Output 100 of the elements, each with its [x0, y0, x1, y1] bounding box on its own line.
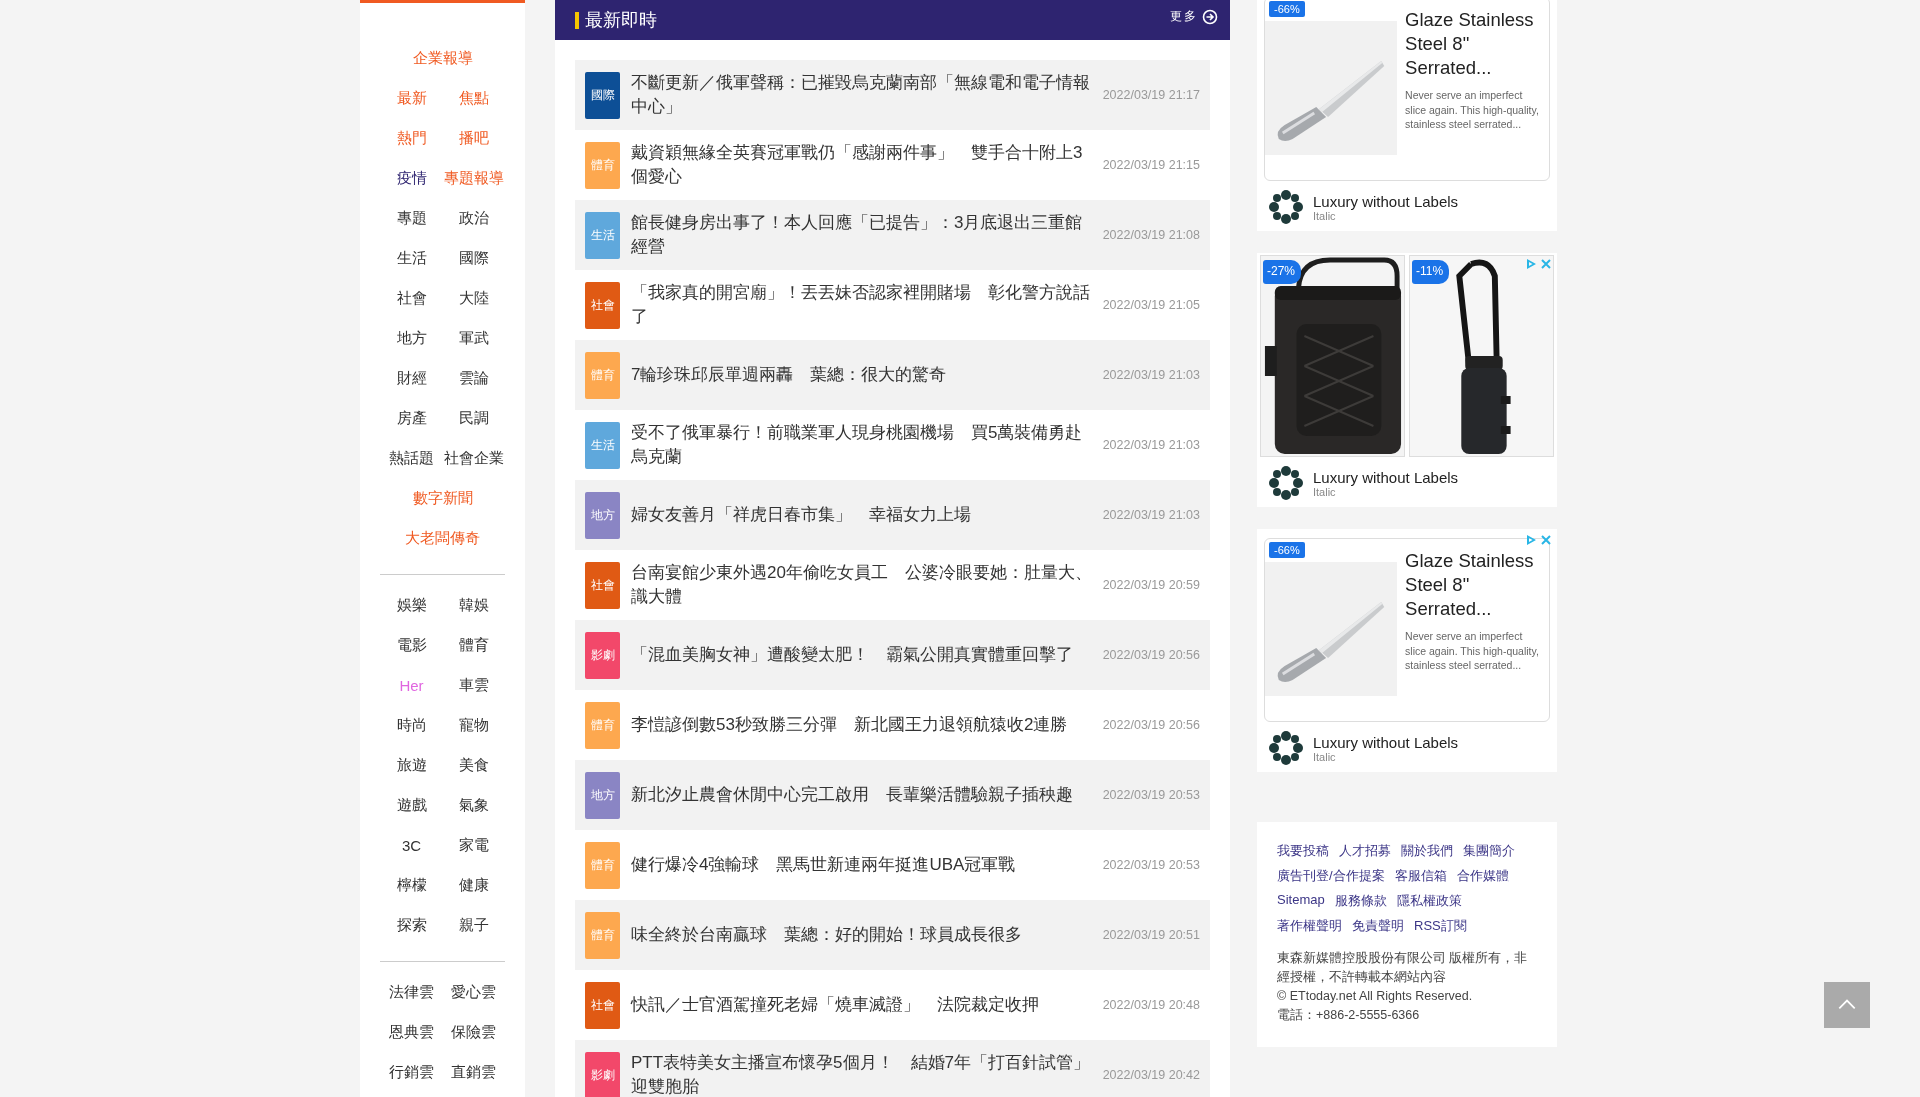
category-link[interactable]: 熱話題	[380, 448, 443, 468]
category-link[interactable]: 電影	[380, 635, 443, 655]
news-row[interactable]: 社會 快訊／士官酒駕撞死老婦「燒車滅證」 法院裁定收押 2022/03/19 20:48	[575, 970, 1210, 1040]
product-title[interactable]: Glaze Stainless Steel 8" Serrated...	[1405, 8, 1543, 80]
category-link[interactable]: 播吧	[442, 128, 505, 148]
category-link[interactable]: 企業報導	[412, 48, 473, 68]
news-row[interactable]: 體育 李愷諺倒數53秒致勝三分彈 新北國王力退領航猿收2連勝 2022/03/19 20:56	[575, 690, 1210, 760]
category-link[interactable]: 社會企業	[442, 448, 505, 468]
headline-link[interactable]: 台南宴館少東外遇20年偷吃女員工 公婆冷眼要她：肚量大、識大體	[631, 561, 1097, 609]
headline-link[interactable]: 新北汐止農會休閒中心完工啟用 長輩樂活體驗親子插秧趣	[631, 783, 1097, 807]
footer-link[interactable]: 集團簡介	[1463, 842, 1515, 860]
category-link[interactable]: 親子	[442, 915, 505, 935]
headline-link[interactable]: 「混血美胸女神」遭酸變太肥！ 霸氣公開真實體重回擊了	[631, 643, 1097, 667]
category-link[interactable]: 生活	[380, 248, 443, 268]
advertiser-name[interactable]: Luxury without Labels	[1313, 192, 1459, 210]
news-row[interactable]: 影劇 「混血美胸女神」遭酸變太肥！ 霸氣公開真實體重回擊了 2022/03/19 20:56	[575, 620, 1210, 690]
category-link[interactable]: 專題	[380, 208, 443, 228]
product-card[interactable]: -66% Glaze Stainless Steel 8" Serrated... Never serve an imperfect slice again. This high-quality, stainless steel serrated...	[1264, 538, 1550, 722]
category-link[interactable]: 家電	[442, 835, 505, 855]
ad-card[interactable]: -27% -11% Luxury without Labels Italic	[1257, 253, 1557, 507]
category-link[interactable]: 氣象	[442, 795, 505, 815]
footer-link[interactable]: 服務條款	[1334, 892, 1387, 910]
headline-link[interactable]: 受不了俄軍暴行！前職業軍人現身桃園機場 買5萬裝備勇赴烏克蘭	[631, 421, 1097, 469]
headline-link[interactable]: 不斷更新／俄軍聲稱：已摧毀烏克蘭南部「無線電和電子情報中心」	[631, 71, 1097, 119]
news-row[interactable]: 體育 戴資穎無緣全英賽冠軍戰仍「感謝兩件事」 雙手合十附上3個愛心 2022/03/19 21:15	[575, 130, 1210, 200]
footer-link[interactable]: 免責聲明	[1352, 917, 1404, 935]
footer-link[interactable]: RSS訂閱	[1414, 917, 1467, 935]
category-link[interactable]: 體育	[442, 635, 505, 655]
category-link[interactable]: 專題報導	[442, 168, 505, 188]
category-link[interactable]: 3C	[380, 836, 443, 854]
category-link[interactable]: 直銷雲	[442, 1062, 505, 1082]
headline-link[interactable]: 李愷諺倒數53秒致勝三分彈 新北國王力退領航猿收2連勝	[631, 713, 1097, 737]
news-row[interactable]: 生活 館長健身房出事了！本人回應「已提告」：3月底退出三重館經營 2022/03/19 21:08	[575, 200, 1210, 270]
category-link[interactable]: 美食	[442, 755, 505, 775]
ad-card[interactable]: -66% Glaze Stainless Steel 8" Serrated... Never serve an imperfect slice again. This high-quality, stainless steel serrated... Luxury without Labels Italic	[1257, 0, 1557, 231]
category-link[interactable]: 國際	[442, 248, 505, 268]
product-card[interactable]: -66% Glaze Stainless Steel 8" Serrated... Never serve an imperfect slice again. This high-quality, stainless steel serrated...	[1264, 0, 1550, 181]
category-link[interactable]: 時尚	[380, 715, 443, 735]
footer-link[interactable]: 客服信箱	[1394, 867, 1447, 885]
category-link[interactable]: 最新	[380, 88, 443, 108]
advertiser-name[interactable]: Luxury without Labels	[1313, 733, 1459, 751]
category-link[interactable]: 疫情	[380, 168, 443, 188]
advertiser-name[interactable]: Luxury without Labels	[1313, 468, 1459, 486]
category-link[interactable]: 車雲	[442, 675, 505, 695]
footer-link[interactable]: 隱私權政策	[1396, 892, 1462, 910]
news-row[interactable]: 體育 味全終於台南贏球 葉總：好的開始！球員成長很多 2022/03/19 20:51	[575, 900, 1210, 970]
footer-link[interactable]: 關於我們	[1401, 842, 1453, 860]
headline-link[interactable]: 戴資穎無緣全英賽冠軍戰仍「感謝兩件事」 雙手合十附上3個愛心	[631, 141, 1097, 189]
headline-link[interactable]: 「我家真的開宮廟」！丟丟妹否認家裡開賭場 彰化警方說話了	[631, 281, 1097, 329]
category-link[interactable]: 探索	[380, 915, 443, 935]
category-link[interactable]: 檸檬	[380, 875, 443, 895]
category-link[interactable]: 社會	[380, 288, 443, 308]
category-link[interactable]: 民調	[442, 408, 505, 428]
ad-choices-icon[interactable]	[1525, 534, 1537, 546]
category-link[interactable]: 遊戲	[380, 795, 443, 815]
news-row[interactable]: 國際 不斷更新／俄軍聲稱：已摧毀烏克蘭南部「無線電和電子情報中心」 2022/03/19 21:17	[575, 60, 1210, 130]
category-link[interactable]: 恩典雲	[380, 1022, 443, 1042]
news-row[interactable]: 社會 「我家真的開宮廟」！丟丟妹否認家裡開賭場 彰化警方說話了 2022/03/19 21:05	[575, 270, 1210, 340]
category-link[interactable]: 行銷雲	[380, 1062, 443, 1082]
category-link[interactable]: 愛心雲	[442, 982, 505, 1002]
footer-link[interactable]: 廣告刊登/合作提案	[1277, 867, 1385, 885]
news-row[interactable]: 體育 健行爆冷4強輸球 黑馬世新連兩年挺進UBA冠軍戰 2022/03/19 20:53	[575, 830, 1210, 900]
category-link[interactable]: 大陸	[442, 288, 505, 308]
product-image-frame[interactable]: -27%	[1260, 255, 1405, 457]
category-link[interactable]: 保險雲	[442, 1022, 505, 1042]
ad-card[interactable]: -66% Glaze Stainless Steel 8" Serrated... Never serve an imperfect slice again. This high-quality, stainless steel serrated... Luxury without Labels Italic	[1257, 529, 1557, 772]
headline-link[interactable]: 味全終於台南贏球 葉總：好的開始！球員成長很多	[631, 923, 1097, 947]
footer-link[interactable]: Sitemap	[1277, 892, 1325, 910]
back-to-top-button[interactable]	[1824, 982, 1870, 1028]
category-link[interactable]: 雲論	[442, 368, 505, 388]
more-link[interactable]: 更多	[1170, 8, 1218, 25]
category-link[interactable]: 健康	[442, 875, 505, 895]
headline-link[interactable]: 快訊／士官酒駕撞死老婦「燒車滅證」 法院裁定收押	[631, 993, 1097, 1017]
headline-link[interactable]: 婦女友善月「祥虎日春市集」 幸福女力上場	[631, 503, 1097, 527]
headline-link[interactable]: 健行爆冷4強輸球 黑馬世新連兩年挺進UBA冠軍戰	[631, 853, 1097, 877]
close-icon[interactable]	[1540, 534, 1552, 546]
category-link[interactable]: 房產	[380, 408, 443, 428]
category-link[interactable]: 軍武	[442, 328, 505, 348]
close-icon[interactable]	[1540, 258, 1552, 270]
product-image-frame[interactable]: -11%	[1409, 255, 1554, 457]
news-row[interactable]: 社會 台南宴館少東外遇20年偷吃女員工 公婆冷眼要她：肚量大、識大體 2022/03/19 20:59	[575, 550, 1210, 620]
news-row[interactable]: 體育 7輪珍珠邱辰單週兩轟 葉總：很大的驚奇 2022/03/19 21:03	[575, 340, 1210, 410]
category-link[interactable]: 熱門	[380, 128, 443, 148]
category-link[interactable]: 寵物	[442, 715, 505, 735]
headline-link[interactable]: 館長健身房出事了！本人回應「已提告」：3月底退出三重館經營	[631, 211, 1097, 259]
category-link[interactable]: 韓娛	[442, 595, 505, 615]
footer-link[interactable]: 我要投稿	[1277, 842, 1329, 860]
category-link[interactable]: 財經	[380, 368, 443, 388]
news-row[interactable]: 地方 新北汐止農會休閒中心完工啟用 長輩樂活體驗親子插秧趣 2022/03/19 20:53	[575, 760, 1210, 830]
category-link[interactable]: 焦點	[442, 88, 505, 108]
news-row[interactable]: 生活 受不了俄軍暴行！前職業軍人現身桃園機場 買5萬裝備勇赴烏克蘭 2022/03/19 21:03	[575, 410, 1210, 480]
category-link[interactable]: 政治	[442, 208, 505, 228]
headline-link[interactable]: PTT表特美女主播宣布懷孕5個月！ 結婚7年「打百針試管」迎雙胞胎	[631, 1051, 1097, 1097]
footer-link[interactable]: 合作媒體	[1456, 867, 1509, 885]
headline-link[interactable]: 7輪珍珠邱辰單週兩轟 葉總：很大的驚奇	[631, 363, 1097, 387]
footer-link[interactable]: 人才招募	[1339, 842, 1391, 860]
category-link[interactable]: 大老闆傳奇	[405, 528, 480, 548]
category-link[interactable]: 法律雲	[380, 982, 443, 1002]
category-link[interactable]: 數字新聞	[412, 488, 473, 508]
category-link[interactable]: 地方	[380, 328, 443, 348]
